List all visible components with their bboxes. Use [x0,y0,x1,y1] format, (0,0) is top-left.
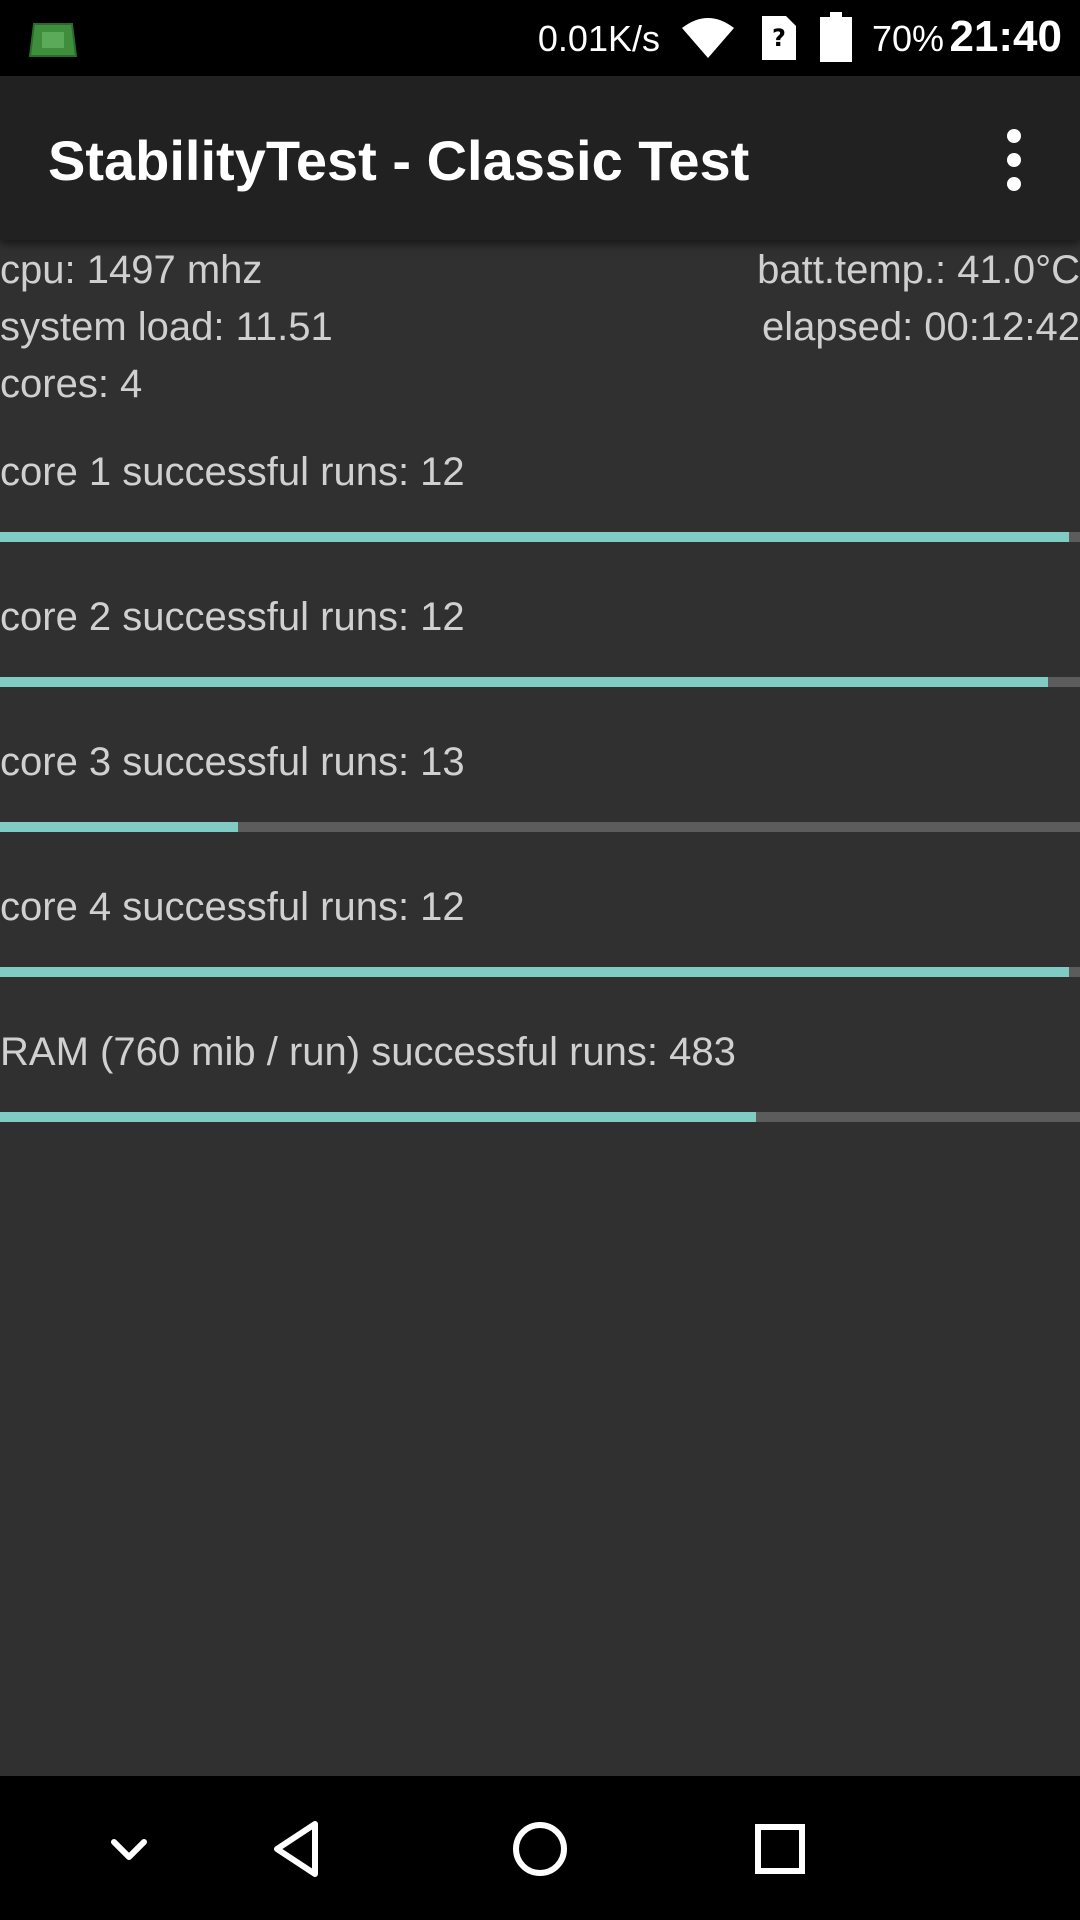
core-3-progress-bar [0,822,1080,832]
page-title: StabilityTest - Classic Test [48,129,750,192]
ram-progress-bar [0,1112,1080,1122]
core-2-progress-fill [0,677,1048,687]
network-speed: 0.01K/s [537,18,660,59]
system-load: system load: 11.51 [0,305,333,349]
core-3-progress-fill [0,822,238,832]
home-icon[interactable] [505,1814,575,1884]
core-1-progress-bar [0,532,1080,542]
core-4-label: core 4 successful runs: 12 [0,885,465,929]
recents-icon[interactable] [745,1814,815,1884]
stabilitytest-app-icon [28,23,78,57]
battery-temperature: batt.temp.: 41.0°C [757,248,1080,292]
core-4-progress-bar [0,967,1080,977]
more-vert-icon[interactable] [974,120,1054,200]
core-2-progress-bar [0,677,1080,687]
status-clock: 21:40 [949,12,1062,61]
ram-label: RAM (760 mib / run) successful runs: 483 [0,1030,736,1074]
svg-text:?: ? [772,24,786,52]
cpu-frequency: cpu: 1497 mhz [0,248,263,292]
core-2-label: core 2 successful runs: 12 [0,595,465,639]
core-1-label: core 1 successful runs: 12 [0,450,465,494]
navigation-bar [0,1776,1080,1920]
core-4-progress-fill [0,967,1070,977]
back-icon[interactable] [265,1814,335,1884]
app-bar: StabilityTest - Classic Test [0,76,1080,240]
wifi-icon [682,18,734,58]
core-3-label: core 3 successful runs: 13 [0,740,465,784]
core-count: cores: 4 [0,362,143,406]
chevron-down-icon[interactable] [94,1814,164,1884]
sim-unknown-icon: ? [762,16,796,60]
ram-progress-fill [0,1112,756,1122]
status-bar: 0.01K/s ? 70% 21:40 [0,0,1080,76]
battery-percent: 70% [872,18,945,59]
elapsed-time: elapsed: 00:12:42 [761,305,1080,349]
battery-icon [820,12,852,62]
core-1-progress-fill [0,532,1070,542]
